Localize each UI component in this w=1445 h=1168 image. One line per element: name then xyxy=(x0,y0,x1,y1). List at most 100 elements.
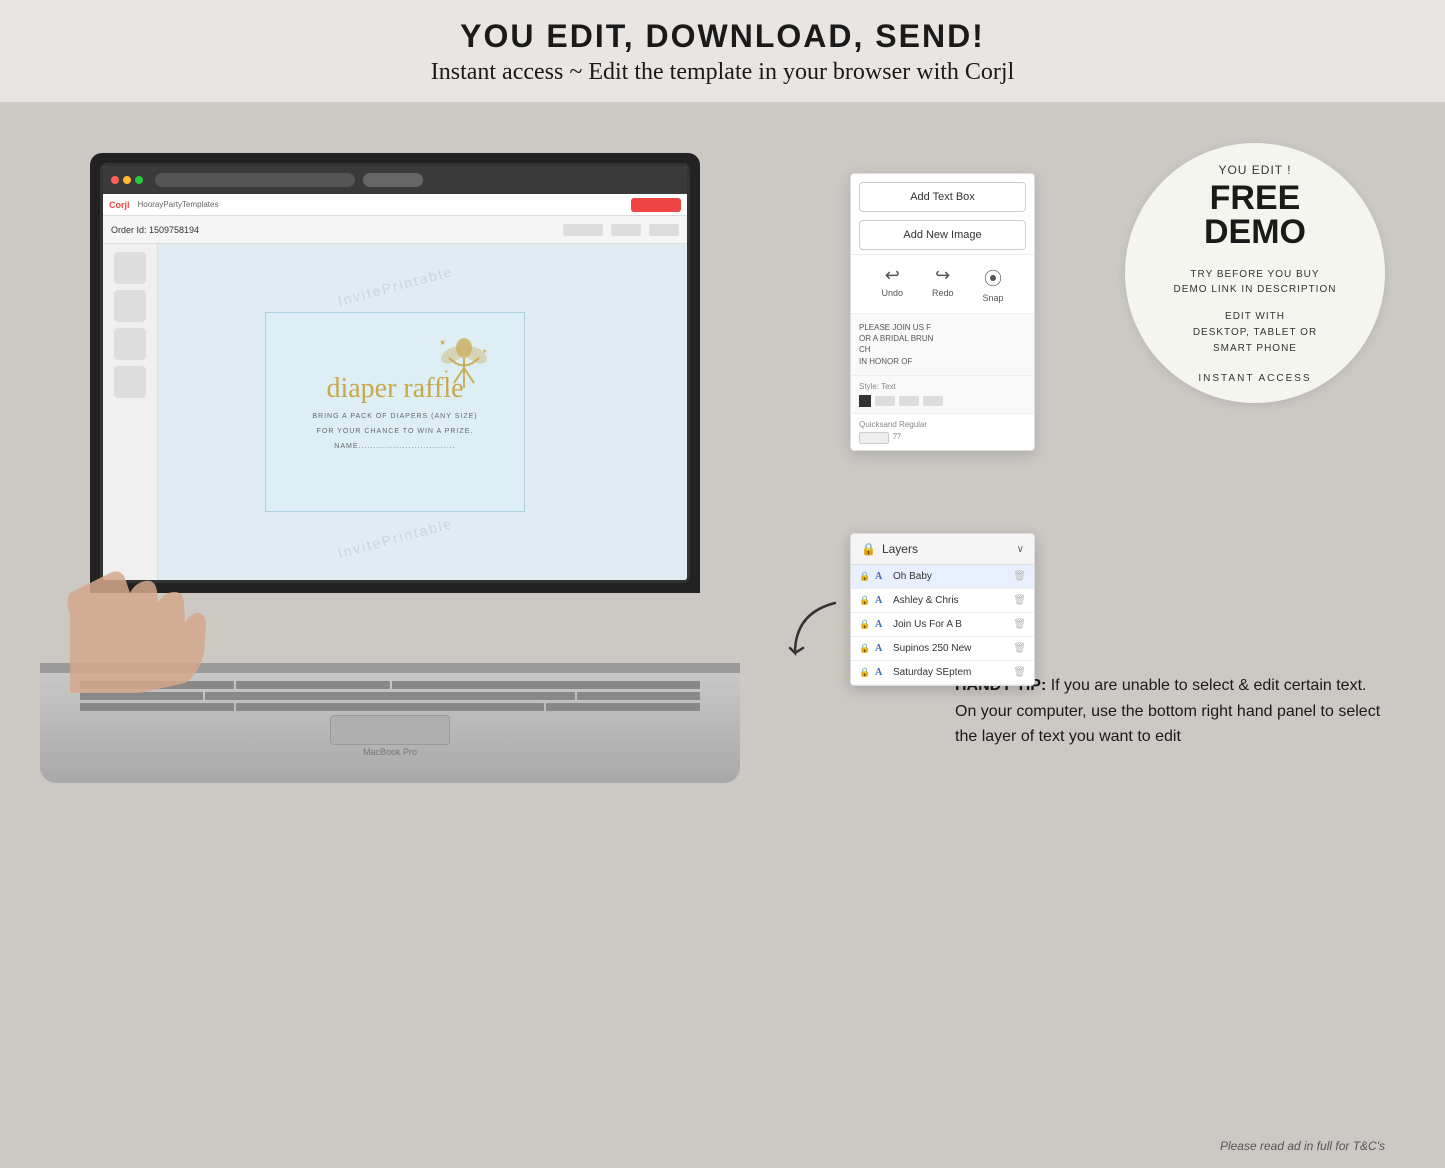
diaper-raffle-card: ★ ★ ★ diaper raffle BRING A PACK OF DIAP… xyxy=(265,312,525,512)
undo-label: Undo xyxy=(881,288,903,298)
watermark-text-4: InvitePrintable xyxy=(336,515,455,561)
macbook-label: MacBook Pro xyxy=(40,747,740,757)
layer-delete-1[interactable]: 🗑 xyxy=(1013,571,1026,582)
order-id: Order Id: 1509758194 xyxy=(111,225,199,235)
demo-instant-access: INSTANT ACCESS xyxy=(1198,373,1311,384)
tool-3[interactable] xyxy=(114,328,146,360)
layer-item-3[interactable]: 🔒 A Join Us For A B 🗑 xyxy=(851,613,1034,637)
layers-lock-icon: 🔒 xyxy=(861,542,876,556)
laptop-mockup: Corjl HoorayPartyTemplates Order Id: 150… xyxy=(40,153,740,783)
keyboard-row-3 xyxy=(80,703,700,711)
tool-1[interactable] xyxy=(114,252,146,284)
key xyxy=(392,681,700,689)
layer-name-4: Supinos 250 New xyxy=(893,643,1009,654)
watermark-text-1: InvitePrintable xyxy=(336,263,455,309)
demo-you-edit: YOU EDIT ! xyxy=(1218,163,1291,177)
arrow-left xyxy=(775,593,855,673)
layer-delete-3[interactable]: 🗑 xyxy=(1013,619,1026,630)
font-size[interactable] xyxy=(859,432,889,444)
close-dot xyxy=(111,176,119,184)
size-controls: 77 xyxy=(859,432,1026,444)
snap-item[interactable]: ⦿ Snap xyxy=(982,265,1003,303)
free-demo-circle: YOU EDIT ! FREE DEMO TRY BEFORE YOU BUY … xyxy=(1125,143,1385,403)
layers-title: 🔒 Layers xyxy=(861,542,918,556)
layer-type-5: A xyxy=(875,667,889,678)
font-label: Quicksand Regular xyxy=(859,420,1026,429)
key xyxy=(205,692,575,700)
demo-free: FREE xyxy=(1210,181,1301,215)
keyboard-row-2 xyxy=(80,692,700,700)
corjl-panel: Add Text Box Add New Image ↩ Undo ↪ Redo… xyxy=(850,173,1035,451)
redo-item[interactable]: ↪ Redo xyxy=(932,265,954,303)
browser-chrome xyxy=(103,166,687,194)
sub-title: Instant access ~ Edit the template in yo… xyxy=(0,59,1445,86)
svg-text:★: ★ xyxy=(444,369,449,375)
layer-item-4[interactable]: 🔒 A Supinos 250 New 🗑 xyxy=(851,637,1034,661)
layer-delete-4[interactable]: 🗑 xyxy=(1013,643,1026,654)
layers-title-text: Layers xyxy=(882,542,918,556)
tool-4[interactable] xyxy=(114,366,146,398)
fairy-icon: ★ ★ ★ xyxy=(434,333,494,418)
demo-edit-with: EDIT WITH DESKTOP, TABLET OR SMART PHONE xyxy=(1193,309,1317,357)
style-text-area: Style: Text xyxy=(851,376,1034,414)
layer-type-1: A xyxy=(875,571,889,582)
layer-type-2: A xyxy=(875,595,889,606)
layer-name-1: Oh Baby xyxy=(893,571,1009,582)
add-new-image-button[interactable]: Add New Image xyxy=(859,220,1026,250)
key xyxy=(80,703,234,711)
undo-item[interactable]: ↩ Undo xyxy=(881,265,903,303)
toolbar-btn-3[interactable] xyxy=(649,224,679,236)
italic-btn[interactable] xyxy=(899,396,919,406)
font-size-value: 77 xyxy=(893,432,901,444)
layer-name-3: Join Us For A B xyxy=(893,619,1009,630)
panel-icons: ↩ Undo ↪ Redo ⦿ Snap xyxy=(851,254,1034,314)
tool-2[interactable] xyxy=(114,290,146,322)
toolbar-btn-2[interactable] xyxy=(611,224,641,236)
layer-lock-2: 🔒 xyxy=(859,595,871,606)
demo-try-before: TRY BEFORE YOU BUY DEMO LINK IN DESCRIPT… xyxy=(1174,267,1337,297)
add-text-box-button[interactable]: Add Text Box xyxy=(859,182,1026,212)
layer-lock-1: 🔒 xyxy=(859,571,871,582)
layers-chevron-icon[interactable]: ∨ xyxy=(1017,544,1024,555)
snap-icon: ⦿ xyxy=(984,265,1002,291)
align-btn[interactable] xyxy=(923,396,943,406)
layer-type-3: A xyxy=(875,619,889,630)
style-label: Style: Text xyxy=(859,382,1026,391)
key xyxy=(236,681,390,689)
layer-delete-2[interactable]: 🗑 xyxy=(1013,595,1026,606)
handy-tip-text: HANDY TIP: If you are unable to select &… xyxy=(955,677,1380,745)
layer-item-1[interactable]: 🔒 A Oh Baby 🗑 xyxy=(851,565,1034,589)
panel-text-content: PLEASE JOIN US FOR A BRIDAL BRUNCHIN HON… xyxy=(859,322,1026,367)
corjl-toolbar: Order Id: 1509758194 xyxy=(103,216,687,244)
color-swatch[interactable] xyxy=(859,395,871,407)
layer-lock-3: 🔒 xyxy=(859,619,871,630)
layer-name-2: Ashley & Chris xyxy=(893,595,1009,606)
hand-silhouette xyxy=(10,493,210,693)
layer-delete-5[interactable]: 🗑 xyxy=(1013,667,1026,678)
redo-icon: ↪ xyxy=(935,265,950,286)
address-bar xyxy=(155,173,355,187)
font-controls: Quicksand Regular 77 xyxy=(851,414,1034,450)
main-area: Corjl HoorayPartyTemplates Order Id: 150… xyxy=(0,103,1445,1168)
toolbar-btn-1[interactable] xyxy=(563,224,603,236)
layer-lock-5: 🔒 xyxy=(859,667,871,678)
panel-text-area: PLEASE JOIN US FOR A BRIDAL BRUNCHIN HON… xyxy=(851,314,1034,376)
snap-label: Snap xyxy=(982,293,1003,303)
main-title: YOU EDIT, DOWNLOAD, SEND! xyxy=(0,18,1445,55)
touchpad[interactable] xyxy=(330,715,450,745)
layers-header: 🔒 Layers ∨ xyxy=(851,534,1034,565)
layer-name-5: Saturday SEptem xyxy=(893,667,1009,678)
publish-btn[interactable] xyxy=(631,198,681,212)
layer-type-4: A xyxy=(875,643,889,654)
diaper-raffle-name-line: NAME................................. xyxy=(334,443,455,450)
corjl-logo: Corjl xyxy=(109,200,130,210)
bold-btn[interactable] xyxy=(875,396,895,406)
redo-label: Redo xyxy=(932,288,954,298)
layer-item-2[interactable]: 🔒 A Ashley & Chris 🗑 xyxy=(851,589,1034,613)
layers-panel: 🔒 Layers ∨ 🔒 A Oh Baby 🗑 🔒 A Ashley & Ch… xyxy=(850,533,1035,686)
layer-lock-4: 🔒 xyxy=(859,643,871,654)
svg-text:★: ★ xyxy=(482,348,487,355)
bottom-note: Please read ad in full for T&C's xyxy=(1220,1139,1385,1153)
tab xyxy=(363,173,423,187)
layer-item-5[interactable]: 🔒 A Saturday SEptem 🗑 xyxy=(851,661,1034,685)
